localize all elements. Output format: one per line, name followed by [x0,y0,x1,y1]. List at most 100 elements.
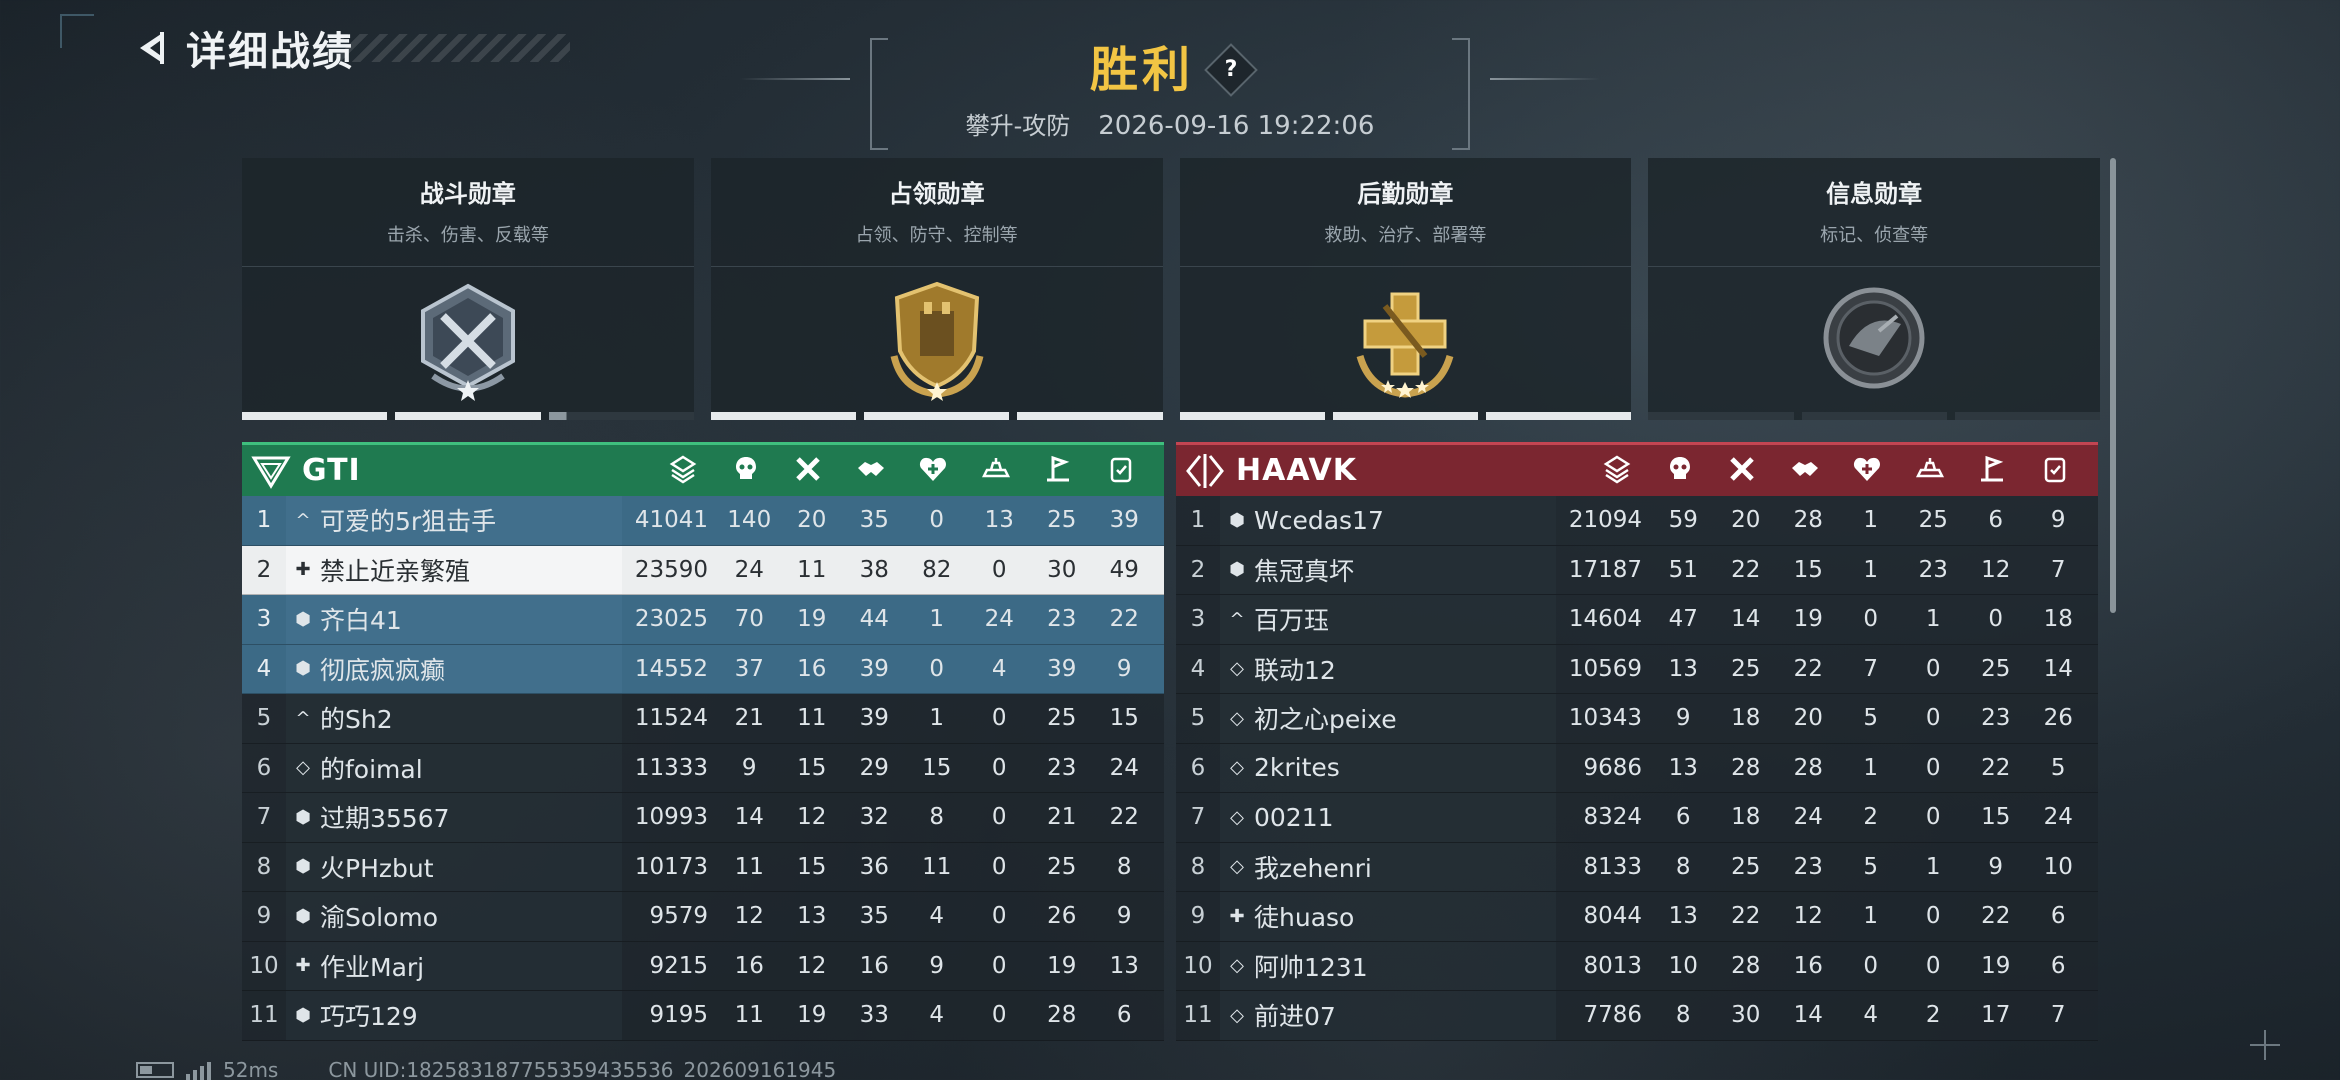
player-stat: 39 [859,655,889,682]
player-stat: 2 [1863,804,1879,831]
divider [1179,266,1632,267]
team-header: GTI [242,442,1164,496]
player-row[interactable]: 5 ◇ 初之心peixe 10343 9 18 20 5 0 23 26 [1176,694,2098,744]
player-stat: 32 [859,804,889,831]
player-stat: 30 [1047,556,1077,583]
player-row[interactable]: 10 ◇ 阿帅1231 8013 10 28 16 0 0 19 6 [1176,941,2098,991]
player-name: Wcedas17 [1254,505,1384,535]
player-row[interactable]: 10 ✚ 作业Marj 9215 16 12 16 9 0 19 13 [242,941,1164,991]
player-name-cell: ◇ 2krites [1220,743,1556,792]
player-stat: 0 [991,853,1007,880]
vehicle-icon [965,454,1028,488]
player-stat: 8 [929,804,945,831]
player-stat: 12 [1793,903,1823,930]
player-stat: 9 [1675,705,1691,732]
player-stat: 7 [2050,1002,2066,1029]
player-stat: 0 [991,952,1007,979]
player-stat: 16 [734,952,764,979]
player-stat: 22 [1731,556,1761,583]
player-score: 23590 [634,556,708,583]
player-name: 焦冠真坏 [1254,556,1355,586]
player-stat: 15 [1981,804,2011,831]
player-row[interactable]: 6 ◇ 2krites 9686 13 28 28 1 0 22 5 [1176,743,2098,793]
player-row[interactable]: 8 ◇ 我zehenri 8133 8 25 23 5 1 9 10 [1176,842,2098,892]
player-row[interactable]: 9 ⬢ 渝Solomo 9579 12 13 35 4 0 26 9 [242,892,1164,942]
player-stat: 17 [1981,1002,2011,1029]
player-stat: 1 [929,705,945,732]
player-row[interactable]: 11 ⬢ 巧巧129 9195 11 19 33 4 0 28 6 [242,991,1164,1041]
player-row[interactable]: 3 ^ 百万珏 14604 47 14 19 0 1 0 18 [1176,595,2098,645]
player-stat: 1 [1863,556,1879,583]
medal-title: 战斗勋章 [419,180,516,208]
medal-panel-combat[interactable]: 战斗勋章 击杀、伤害、反载等 [242,158,694,420]
player-rank: 11 [1183,1002,1213,1029]
player-stat: 0 [1925,804,1941,831]
player-row[interactable]: 7 ⬢ 过期35567 10993 14 12 32 8 0 21 22 [242,793,1164,843]
player-stat: 51 [1668,556,1698,583]
player-stat: 6 [1116,1002,1132,1029]
medal-panel-intel[interactable]: 信息勋章 标记、侦查等 [1648,158,2100,420]
medal-title: 占领勋章 [888,180,985,208]
match-info: 攀升-攻防 2026-09-16 19:22:06 [870,106,1470,141]
player-stat: 8 [1675,853,1691,880]
player-stat: 16 [859,952,889,979]
player-name: 00211 [1254,802,1334,832]
player-stat: 20 [1731,507,1761,534]
result-dash-right [1490,78,1600,80]
player-stat: 4 [1863,1002,1879,1029]
player-stat: 9 [1988,853,2004,880]
player-rank: 4 [1190,655,1206,682]
player-stat: 6 [2050,952,2066,979]
back-button[interactable]: 详细战绩 [130,18,354,78]
player-row[interactable]: 4 ⬢ 彻底疯疯癫 14552 37 16 39 0 4 39 9 [242,644,1164,694]
player-row[interactable]: 6 ◇ 的foimal 11333 9 15 29 15 0 23 24 [242,743,1164,793]
player-row[interactable]: 1 ⬢ Wcedas17 21094 59 20 28 1 25 6 9 [1176,496,2098,546]
player-name-cell: ^ 百万珏 [1220,595,1556,644]
role-icon: ⬢ [295,608,311,630]
scrollbar[interactable] [2110,158,2116,613]
player-stat: 6 [1988,507,2004,534]
player-row[interactable]: 11 ◇ 前进07 7786 8 30 14 4 2 17 7 [1176,991,2098,1041]
player-stat: 12 [797,952,827,979]
medal-panel-capture[interactable]: 占领勋章 占领、防守、控制等 [710,158,1163,420]
player-row[interactable]: 2 ✚ 禁止近亲繁殖 23590 24 11 38 82 0 30 49 [242,545,1164,595]
team-emblem-icon [251,456,291,489]
player-row[interactable]: 1 ^ 可爱的5r狙击手 41041 140 20 35 0 13 25 39 [242,496,1164,546]
player-score: 17187 [1568,556,1642,583]
player-stat: 0 [1925,655,1941,682]
vehicle-icon [1899,454,1962,488]
player-stat: 13 [1109,952,1139,979]
player-stat: 28 [1731,754,1761,781]
deaths-icon [1711,454,1774,488]
player-stat: 0 [929,655,945,682]
player-name: 禁止近亲繁殖 [320,556,471,586]
medal-panel-logistics[interactable]: 后勤勋章 救助、治疗、部署等 [1179,158,1632,420]
assists-icon [840,454,903,488]
medal-progress [710,412,1163,420]
player-row[interactable]: 3 ⬢ 齐白41 23025 70 19 44 1 24 23 22 [242,595,1164,645]
role-icon: ⬢ [1229,559,1245,581]
player-stat: 33 [859,1002,889,1029]
player-row[interactable]: 2 ⬢ 焦冠真坏 17187 51 22 15 1 23 12 7 [1176,545,2098,595]
player-name: 火PHzbut [320,853,434,883]
player-row[interactable]: 5 ^ 的Sh2 11524 21 11 39 1 0 25 15 [242,694,1164,744]
help-button[interactable]: ? [1204,43,1258,97]
player-row[interactable]: 9 ✚ 徒huaso 8044 13 22 12 1 0 22 6 [1176,892,2098,942]
player-stat: 39 [1109,507,1139,534]
player-row[interactable]: 4 ◇ 联动12 10569 13 25 22 7 0 25 14 [1176,644,2098,694]
role-icon: ⬢ [295,905,311,927]
player-stat: 22 [1981,903,2011,930]
medal-progress [242,412,694,420]
status-footer: 52ms CN UID:182583187755359435536_202609… [136,1058,836,1080]
player-stat: 24 [1109,754,1139,781]
player-stat: 21 [734,705,764,732]
result-label: 胜利 [1089,42,1194,98]
player-stat: 39 [859,705,889,732]
player-row[interactable]: 8 ⬢ 火PHzbut 10173 11 15 36 11 0 25 8 [242,842,1164,892]
deaths-icon [777,454,840,488]
player-name: 联动12 [1254,655,1336,685]
player-row[interactable]: 7 ◇ 00211 8324 6 18 24 2 0 15 24 [1176,793,2098,843]
result-dash-left [740,78,850,80]
player-rank: 9 [1190,903,1206,930]
corner-decoration [60,14,94,48]
